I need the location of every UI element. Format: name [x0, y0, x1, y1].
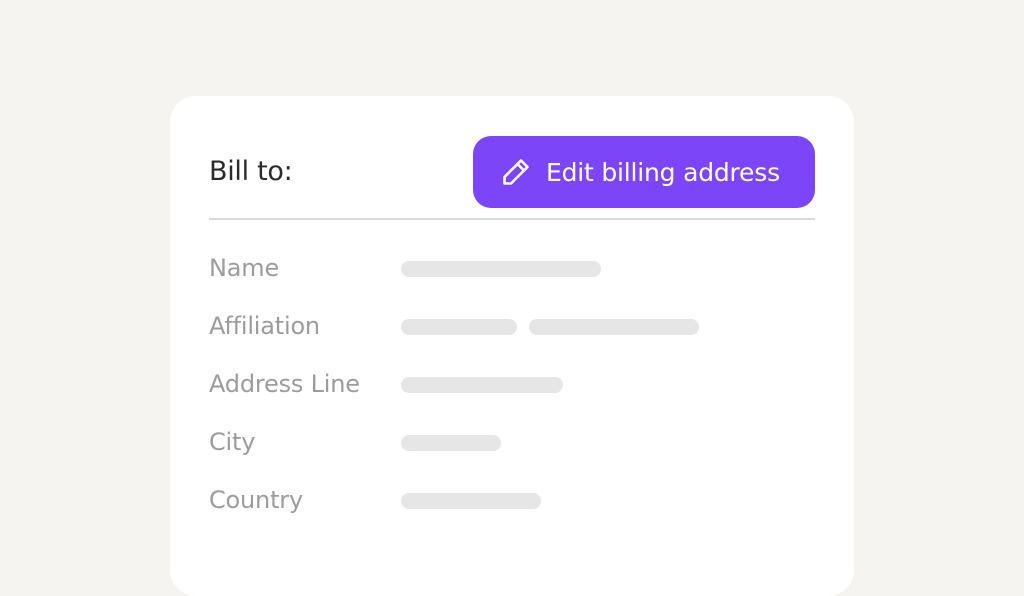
header-divider — [209, 218, 815, 220]
edit-billing-address-button[interactable]: Edit billing address — [473, 136, 815, 208]
field-label-affiliation: Affiliation — [209, 312, 320, 340]
edit-billing-address-label: Edit billing address — [546, 157, 780, 187]
country-value-placeholder — [401, 493, 541, 509]
field-label-country: Country — [209, 486, 303, 514]
affiliation-value-placeholder-1 — [401, 319, 517, 335]
name-value-placeholder — [401, 261, 601, 277]
pencil-icon — [500, 156, 532, 188]
field-row-address-line: Address Line — [209, 364, 815, 404]
field-label-city: City — [209, 428, 256, 456]
affiliation-value-placeholder-2 — [529, 319, 699, 335]
billing-header: Bill to: Edit billing address — [209, 136, 815, 208]
field-row-name: Name — [209, 248, 815, 288]
city-value-placeholder — [401, 435, 501, 451]
field-row-affiliation: Affiliation — [209, 306, 815, 346]
billing-card: Bill to: Edit billing address Name Affil… — [170, 96, 854, 596]
bill-to-heading: Bill to: — [209, 156, 293, 187]
field-row-country: Country — [209, 480, 815, 520]
field-label-address-line: Address Line — [209, 370, 360, 398]
address-line-value-placeholder — [401, 377, 563, 393]
field-row-city: City — [209, 422, 815, 462]
field-label-name: Name — [209, 254, 280, 282]
